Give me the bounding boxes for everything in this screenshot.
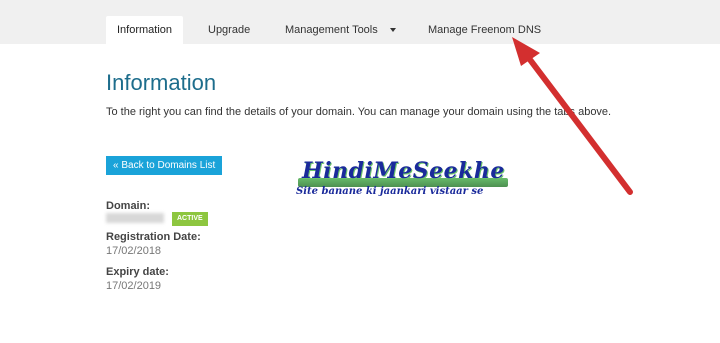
annotation-arrow-icon (512, 37, 633, 195)
